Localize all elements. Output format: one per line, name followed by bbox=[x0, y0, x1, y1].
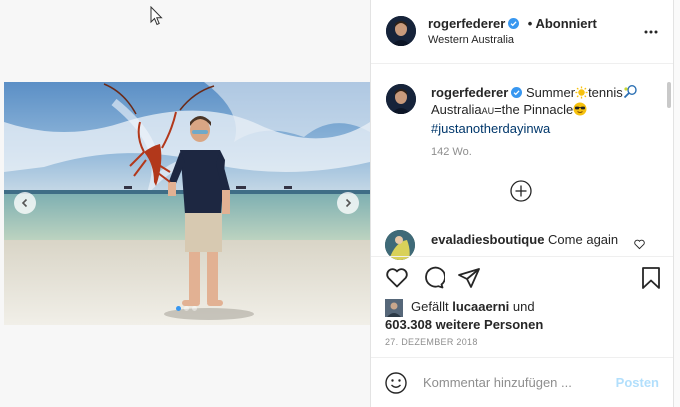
likes-prefix: Gefällt bbox=[411, 299, 449, 314]
sun-emoji bbox=[575, 86, 588, 99]
post-date[interactable]: 27. DEZEMBER 2018 bbox=[385, 337, 478, 347]
chevron-left-icon bbox=[21, 198, 28, 208]
sunglasses-emoji bbox=[573, 102, 587, 116]
comments-scrollbar[interactable] bbox=[667, 82, 671, 108]
post-location[interactable]: Western Australia bbox=[428, 34, 514, 46]
liker-avatar[interactable] bbox=[385, 299, 403, 317]
post-header: rogerfederer • Abonniert Western Austral… bbox=[371, 0, 673, 64]
likes-summary: Gefällt lucaaerni und 603.308 weitere Pe… bbox=[385, 299, 543, 333]
tennis-racket-emoji bbox=[623, 84, 637, 99]
carousel-dot bbox=[192, 306, 197, 311]
liker-username[interactable]: lucaaerni bbox=[452, 299, 509, 314]
commenter-username[interactable]: evaladiesboutique bbox=[431, 232, 544, 247]
verified-icon bbox=[508, 18, 520, 29]
caption-age: 142 Wo. bbox=[431, 146, 472, 158]
post-actions: Gefällt lucaaerni und 603.308 weitere Pe… bbox=[371, 256, 673, 356]
more-options-icon[interactable] bbox=[643, 24, 659, 40]
follow-status[interactable]: • Abonniert bbox=[528, 16, 597, 31]
add-comment-bar: Posten bbox=[371, 357, 673, 407]
likes-count-button[interactable]: 603.308 weitere Personen bbox=[385, 317, 543, 333]
chevron-right-icon bbox=[345, 198, 352, 208]
carousel-dot-active bbox=[176, 306, 181, 311]
heart-icon[interactable] bbox=[385, 266, 409, 290]
add-circle-icon[interactable] bbox=[510, 180, 532, 202]
verified-icon bbox=[511, 87, 523, 98]
comment-like-heart-icon[interactable] bbox=[634, 239, 645, 250]
mouse-cursor-icon bbox=[150, 6, 163, 26]
hashtag-link[interactable]: #justanotherdayinwa bbox=[431, 121, 550, 136]
caption-text: Summer bbox=[525, 85, 576, 100]
emoji-icon[interactable] bbox=[385, 372, 407, 394]
caption-text: =the Pinnacle bbox=[494, 102, 574, 117]
bookmark-icon[interactable] bbox=[639, 266, 663, 290]
carousel-dot bbox=[184, 306, 189, 311]
comment-text: Come again bbox=[548, 232, 619, 247]
share-icon[interactable] bbox=[457, 266, 481, 290]
next-slide-button[interactable] bbox=[337, 192, 359, 214]
caption-text: tennis bbox=[588, 85, 623, 100]
comment-input[interactable] bbox=[421, 374, 601, 391]
post-photo[interactable] bbox=[4, 82, 370, 325]
caption-text: Australia bbox=[431, 102, 482, 117]
comment-icon[interactable] bbox=[421, 266, 445, 290]
author-avatar[interactable] bbox=[386, 16, 416, 46]
post-caption: rogerfederer Summer tennis AustraliaAU=th… bbox=[431, 84, 649, 137]
post-side-panel: rogerfederer • Abonniert Western Austral… bbox=[370, 0, 674, 407]
media-column bbox=[0, 0, 370, 407]
likes-joiner: und bbox=[512, 299, 535, 314]
flag-emoji: AU bbox=[481, 106, 495, 116]
carousel-indicator bbox=[176, 306, 197, 311]
previous-slide-button[interactable] bbox=[14, 192, 36, 214]
author-username[interactable]: rogerfederer bbox=[428, 16, 505, 31]
post-comment-button[interactable]: Posten bbox=[616, 375, 659, 390]
caption-author-avatar[interactable] bbox=[386, 84, 416, 114]
caption-username[interactable]: rogerfederer bbox=[431, 85, 508, 100]
